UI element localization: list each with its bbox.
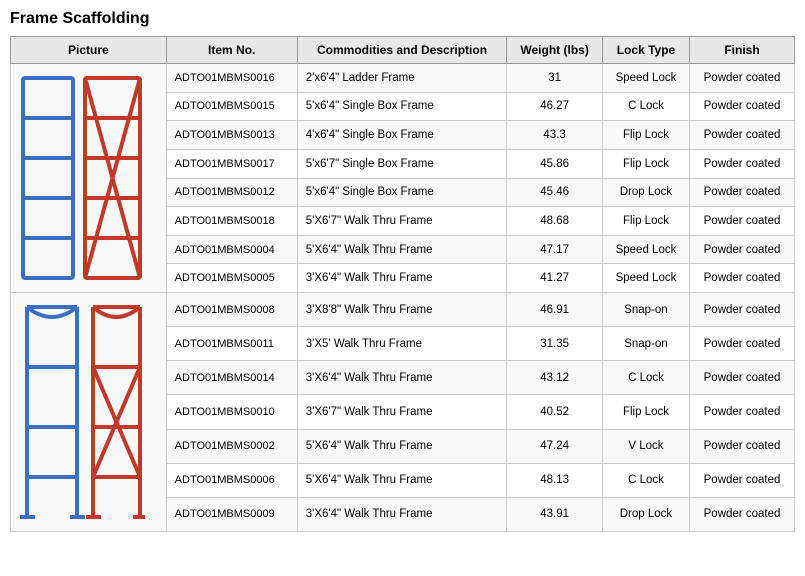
- weight-cell: 48.68: [507, 207, 603, 236]
- weight-cell: 47.24: [507, 429, 603, 463]
- description-cell: 5'X6'7" Walk Thru Frame: [297, 207, 506, 236]
- description-cell: 5'x6'7" Single Box Frame: [297, 149, 506, 178]
- description-cell: 3'X6'4" Walk Thru Frame: [297, 497, 506, 531]
- col-header-item-no: Item No.: [166, 37, 297, 64]
- finish-cell: Powder coated: [690, 429, 795, 463]
- lock-type-cell: Speed Lock: [602, 64, 689, 93]
- lock-type-cell: Flip Lock: [602, 395, 689, 429]
- finish-cell: Powder coated: [690, 235, 795, 264]
- product-table: Picture Item No. Commodities and Descrip…: [10, 36, 795, 532]
- weight-cell: 45.46: [507, 178, 603, 207]
- lock-type-cell: Speed Lock: [602, 264, 689, 293]
- item-no-cell: ADTO01MBMS0004: [166, 235, 297, 264]
- description-cell: 3'X6'4" Walk Thru Frame: [297, 361, 506, 395]
- finish-cell: Powder coated: [690, 463, 795, 497]
- item-no-cell: ADTO01MBMS0015: [166, 92, 297, 121]
- table-header-row: Picture Item No. Commodities and Descrip…: [11, 37, 795, 64]
- finish-cell: Powder coated: [690, 64, 795, 93]
- finish-cell: Powder coated: [690, 121, 795, 150]
- item-no-cell: ADTO01MBMS0013: [166, 121, 297, 150]
- description-cell: 3'X8'8" Walk Thru Frame: [297, 293, 506, 327]
- item-no-cell: ADTO01MBMS0006: [166, 463, 297, 497]
- weight-cell: 47.17: [507, 235, 603, 264]
- finish-cell: Powder coated: [690, 361, 795, 395]
- weight-cell: 46.27: [507, 92, 603, 121]
- item-no-cell: ADTO01MBMS0009: [166, 497, 297, 531]
- lock-type-cell: Flip Lock: [602, 149, 689, 178]
- weight-cell: 40.52: [507, 395, 603, 429]
- weight-cell: 48.13: [507, 463, 603, 497]
- lock-type-cell: Snap-on: [602, 327, 689, 361]
- item-no-cell: ADTO01MBMS0014: [166, 361, 297, 395]
- table-row: ADTO01MBMS00083'X8'8" Walk Thru Frame46.…: [11, 293, 795, 327]
- finish-cell: Powder coated: [690, 92, 795, 121]
- finish-cell: Powder coated: [690, 293, 795, 327]
- weight-cell: 45.86: [507, 149, 603, 178]
- description-cell: 5'X6'4" Walk Thru Frame: [297, 429, 506, 463]
- description-cell: 5'X6'4" Walk Thru Frame: [297, 235, 506, 264]
- lock-type-cell: C Lock: [602, 92, 689, 121]
- item-no-cell: ADTO01MBMS0012: [166, 178, 297, 207]
- weight-cell: 46.91: [507, 293, 603, 327]
- finish-cell: Powder coated: [690, 264, 795, 293]
- page-title: Frame Scaffolding: [10, 10, 795, 28]
- item-no-cell: ADTO01MBMS0018: [166, 207, 297, 236]
- item-no-cell: ADTO01MBMS0008: [166, 293, 297, 327]
- description-cell: 3'X6'7" Walk Thru Frame: [297, 395, 506, 429]
- item-no-cell: ADTO01MBMS0002: [166, 429, 297, 463]
- finish-cell: Powder coated: [690, 178, 795, 207]
- lock-type-cell: V Lock: [602, 429, 689, 463]
- item-no-cell: ADTO01MBMS0010: [166, 395, 297, 429]
- table-row: ADTO01MBMS00162'x6'4" Ladder Frame31Spee…: [11, 64, 795, 93]
- finish-cell: Powder coated: [690, 497, 795, 531]
- weight-cell: 43.91: [507, 497, 603, 531]
- finish-cell: Powder coated: [690, 207, 795, 236]
- item-no-cell: ADTO01MBMS0005: [166, 264, 297, 293]
- finish-cell: Powder coated: [690, 149, 795, 178]
- item-no-cell: ADTO01MBMS0016: [166, 64, 297, 93]
- description-cell: 4'x6'4" Single Box Frame: [297, 121, 506, 150]
- finish-cell: Powder coated: [690, 327, 795, 361]
- weight-cell: 43.12: [507, 361, 603, 395]
- lock-type-cell: Drop Lock: [602, 178, 689, 207]
- description-cell: 5'X6'4" Walk Thru Frame: [297, 463, 506, 497]
- col-header-lock-type: Lock Type: [602, 37, 689, 64]
- lock-type-cell: Speed Lock: [602, 235, 689, 264]
- lock-type-cell: Flip Lock: [602, 207, 689, 236]
- lock-type-cell: C Lock: [602, 361, 689, 395]
- weight-cell: 31.35: [507, 327, 603, 361]
- lock-type-cell: Flip Lock: [602, 121, 689, 150]
- col-header-description: Commodities and Description: [297, 37, 506, 64]
- col-header-weight: Weight (lbs): [507, 37, 603, 64]
- description-cell: 3'X6'4" Walk Thru Frame: [297, 264, 506, 293]
- lock-type-cell: C Lock: [602, 463, 689, 497]
- col-header-picture: Picture: [11, 37, 167, 64]
- lock-type-cell: Snap-on: [602, 293, 689, 327]
- description-cell: 5'x6'4" Single Box Frame: [297, 178, 506, 207]
- description-cell: 2'x6'4" Ladder Frame: [297, 64, 506, 93]
- picture-cell: [11, 293, 167, 532]
- weight-cell: 31: [507, 64, 603, 93]
- item-no-cell: ADTO01MBMS0017: [166, 149, 297, 178]
- weight-cell: 43.3: [507, 121, 603, 150]
- description-cell: 3'X5' Walk Thru Frame: [297, 327, 506, 361]
- lock-type-cell: Drop Lock: [602, 497, 689, 531]
- col-header-finish: Finish: [690, 37, 795, 64]
- finish-cell: Powder coated: [690, 395, 795, 429]
- description-cell: 5'x6'4" Single Box Frame: [297, 92, 506, 121]
- item-no-cell: ADTO01MBMS0011: [166, 327, 297, 361]
- picture-cell: [11, 64, 167, 293]
- weight-cell: 41.27: [507, 264, 603, 293]
